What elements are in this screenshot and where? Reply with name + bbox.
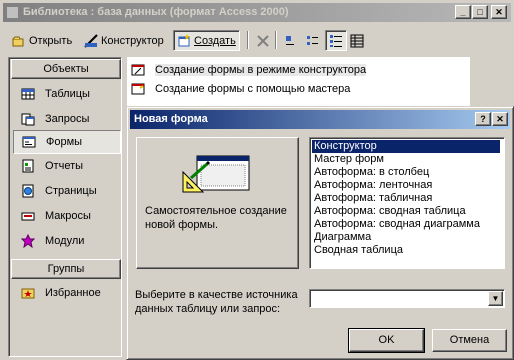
large-icons-icon (286, 35, 294, 45)
design-icon (84, 33, 98, 48)
objects-item-label: Макросы (45, 210, 91, 222)
list-item-label: Создание формы с помощью мастера (155, 83, 351, 95)
form-type-option[interactable]: Автоформа: сводная таблица (312, 205, 468, 218)
form-type-option[interactable]: Автоформа: ленточная (312, 179, 434, 192)
toolbar-separator (275, 31, 277, 49)
objects-item-label: Избранное (45, 287, 101, 299)
open-button[interactable]: Открыть (9, 30, 75, 51)
design-label: Конструктор (101, 34, 164, 47)
open-icon (12, 36, 24, 46)
objects-item-queries[interactable]: Запросы (13, 107, 121, 131)
list-item[interactable]: Создание формы с помощью мастера (131, 80, 350, 98)
minimize-button[interactable]: _ (455, 5, 471, 19)
small-icons-icon (307, 35, 318, 45)
open-label: Открыть (29, 34, 73, 47)
form-type-option[interactable]: Мастер форм (312, 153, 386, 166)
delete-button[interactable] (253, 30, 273, 51)
page-icon (22, 184, 34, 198)
form-type-option[interactable]: Автоформа: в столбец (312, 166, 431, 179)
objects-item-macros[interactable]: Макросы (13, 204, 121, 228)
form-designer-illustration-icon (182, 155, 250, 193)
objects-header[interactable]: Объекты (11, 59, 121, 79)
chevron-down-icon[interactable]: ▼ (488, 291, 503, 306)
list-view-icon (330, 34, 342, 47)
macro-icon (21, 212, 35, 221)
database-toolbar: Открыть Конструктор Создать (3, 27, 511, 53)
create-button[interactable]: Создать (173, 30, 240, 51)
delete-icon (257, 34, 269, 47)
objects-bar: Объекты Таблицы Запросы Формы Отчеты Стр… (8, 57, 122, 357)
design-button[interactable]: Конструктор (81, 30, 167, 51)
form-type-option[interactable]: Диаграмма (312, 231, 373, 244)
objects-item-label: Модули (45, 235, 85, 247)
objects-item-label: Отчеты (45, 160, 84, 172)
form-type-option[interactable]: Автоформа: сводная диаграмма (312, 218, 482, 231)
dialog-title-bar[interactable]: Новая форма ? ✕ (130, 110, 510, 129)
large-icons-button[interactable] (280, 30, 300, 51)
database-title: Библиотека : база данных (формат Access … (23, 6, 289, 18)
new-form-dialog: Новая форма ? ✕ Самостоятельное создание… (126, 106, 514, 360)
create-form-design-icon (131, 64, 145, 76)
favorites-icon (21, 288, 35, 299)
form-icon (22, 136, 36, 148)
details-view-icon (350, 34, 364, 47)
create-form-wizard-icon (131, 83, 145, 95)
list-view-button[interactable] (325, 30, 347, 51)
table-icon (21, 88, 35, 100)
create-label: Создать (194, 34, 236, 47)
form-type-list[interactable]: Конструктор Мастер форм Автоформа: в сто… (309, 137, 505, 269)
form-type-option[interactable]: Конструктор (311, 139, 501, 154)
dialog-description: Самостоятельное создание новой формы. (145, 205, 287, 231)
objects-item-label: Страницы (45, 185, 97, 197)
objects-item-label: Формы (46, 136, 83, 148)
dialog-close-button[interactable]: ✕ (492, 112, 508, 126)
form-preview-panel: Самостоятельное создание новой формы. (136, 137, 299, 269)
form-type-option[interactable]: Автоформа: табличная (312, 192, 434, 205)
cancel-button[interactable]: Отмена (432, 329, 507, 352)
report-icon (22, 159, 34, 173)
objects-item-reports[interactable]: Отчеты (13, 154, 121, 178)
objects-item-tables[interactable]: Таблицы (13, 82, 121, 106)
details-view-button[interactable] (347, 30, 367, 51)
data-source-select[interactable]: ▼ (309, 289, 505, 308)
dialog-title: Новая форма (134, 113, 208, 125)
new-object-icon (178, 33, 190, 46)
groups-item-favorites[interactable]: Избранное (13, 281, 121, 305)
object-list: Создание формы в режиме конструктора Соз… (127, 57, 470, 107)
module-icon (21, 234, 35, 248)
maximize-button[interactable]: □ (472, 5, 488, 19)
objects-item-label: Таблицы (45, 88, 90, 100)
query-icon (21, 113, 35, 126)
database-window-icon (6, 6, 19, 19)
toolbar-separator (247, 31, 249, 49)
data-source-label: Выберите в качестве источника данных таб… (135, 289, 298, 315)
database-title-bar[interactable]: Библиотека : база данных (формат Access … (3, 3, 511, 22)
form-type-option[interactable]: Сводная таблица (312, 244, 405, 257)
small-icons-button[interactable] (303, 30, 323, 51)
objects-item-pages[interactable]: Страницы (13, 179, 121, 203)
objects-item-forms[interactable]: Формы (13, 130, 121, 154)
close-button[interactable]: ✕ (491, 5, 507, 19)
ok-button[interactable]: OK (348, 328, 425, 353)
objects-item-modules[interactable]: Модули (13, 229, 121, 253)
list-item-label: Создание формы в режиме конструктора (155, 64, 367, 76)
groups-header[interactable]: Группы (11, 259, 121, 279)
list-item[interactable]: Создание формы в режиме конструктора (131, 61, 367, 79)
help-button[interactable]: ? (475, 112, 491, 126)
objects-item-label: Запросы (45, 113, 90, 125)
